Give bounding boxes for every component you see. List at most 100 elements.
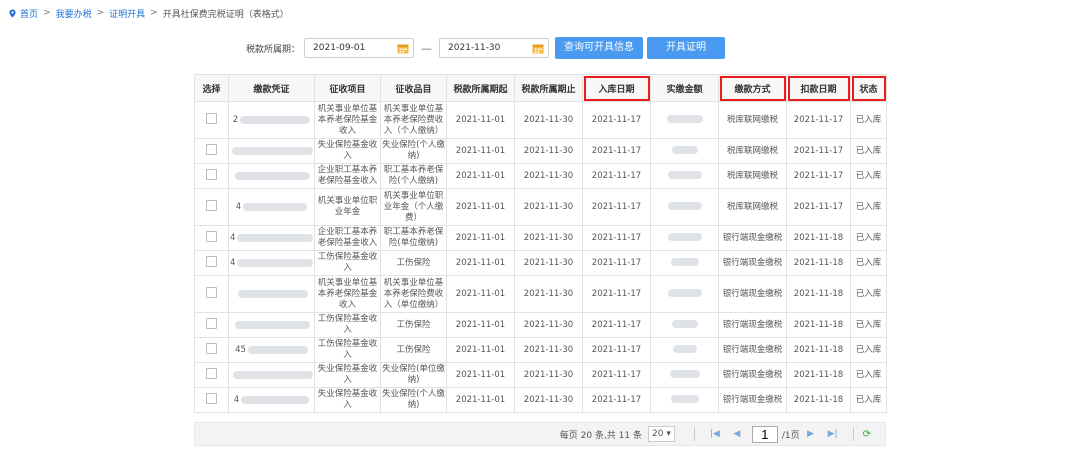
status-cell: 已入库 bbox=[850, 138, 887, 164]
project-cell: 机关事业单位职业年金 bbox=[314, 188, 381, 226]
breadcrumb-certificate[interactable]: 证明开具 bbox=[109, 7, 145, 20]
voucher-text: 4 bbox=[230, 232, 236, 243]
row-checkbox[interactable] bbox=[206, 342, 217, 354]
period-end-cell: 2021-11-30 bbox=[514, 337, 583, 363]
project-cell: 失业保险基金收入 bbox=[314, 362, 381, 388]
row-select-cell bbox=[194, 250, 229, 276]
status-cell: 已入库 bbox=[850, 362, 887, 388]
voucher-cell: 4 bbox=[228, 225, 315, 251]
redacted-voucher bbox=[243, 203, 308, 211]
voucher-cell bbox=[228, 163, 315, 189]
col-period-end: 税款所属期止 bbox=[514, 74, 583, 102]
amount-cell bbox=[650, 312, 719, 338]
page-size-select[interactable]: 20 ▾ bbox=[648, 426, 675, 442]
row-checkbox[interactable] bbox=[206, 317, 217, 329]
project-cell: 工伤保险基金收入 bbox=[314, 250, 381, 276]
voucher-cell bbox=[228, 275, 315, 313]
breadcrumb-tax-service[interactable]: 我要办税 bbox=[56, 7, 92, 20]
redacted-amount bbox=[667, 289, 702, 297]
period-end-cell: 2021-11-30 bbox=[514, 225, 583, 251]
row-checkbox[interactable] bbox=[206, 143, 217, 155]
location-pin-icon bbox=[9, 8, 16, 18]
page-number-input[interactable] bbox=[751, 425, 778, 443]
period-start-cell: 2021-11-01 bbox=[446, 387, 515, 413]
project-cell: 失业保险基金收入 bbox=[314, 387, 381, 413]
deduct-date-cell: 2021-11-18 bbox=[786, 312, 851, 338]
item-cell: 工伤保险 bbox=[380, 312, 447, 338]
warehouse-date-cell: 2021-11-17 bbox=[582, 225, 651, 251]
amount-cell bbox=[650, 387, 719, 413]
col-project: 征收项目 bbox=[314, 74, 381, 102]
payment-method-cell: 税库联网缴税 bbox=[718, 163, 787, 189]
row-checkbox[interactable] bbox=[206, 230, 217, 242]
period-end-cell: 2021-11-30 bbox=[514, 138, 583, 164]
col-warehouse-date: 入库日期 bbox=[582, 74, 651, 102]
deduct-date-cell: 2021-11-18 bbox=[786, 337, 851, 363]
amount-cell bbox=[650, 337, 719, 363]
warehouse-date-cell: 2021-11-17 bbox=[582, 163, 651, 189]
row-checkbox[interactable] bbox=[206, 392, 217, 404]
refresh-icon[interactable]: ⟳ bbox=[863, 429, 871, 440]
item-cell: 失业保险(单位缴纳) bbox=[380, 362, 447, 388]
last-page-icon[interactable]: ▶| bbox=[825, 426, 841, 442]
calendar-icon[interactable] bbox=[397, 43, 409, 54]
row-select-cell bbox=[194, 337, 229, 363]
payment-method-cell: 银行端现金缴税 bbox=[718, 362, 787, 388]
voucher-cell: 4 bbox=[228, 387, 315, 413]
calendar-icon[interactable] bbox=[532, 43, 544, 54]
warehouse-date-cell: 2021-11-17 bbox=[582, 138, 651, 164]
table-row: 4 企业职工基本养老保险基金收入 职工基本养老保险(单位缴纳) 2021-11-01 2… bbox=[194, 225, 887, 251]
redacted-voucher bbox=[241, 396, 310, 404]
table-row: 失业保险基金收入 失业保险(个人缴纳) 2021-11-01 2021-11-30 20… bbox=[194, 138, 887, 164]
breadcrumb-separator: > bbox=[150, 8, 158, 18]
row-checkbox[interactable] bbox=[206, 168, 217, 180]
voucher-text: 4 bbox=[235, 201, 242, 212]
payment-method-cell: 银行端现金缴税 bbox=[718, 387, 787, 413]
redacted-voucher bbox=[237, 234, 313, 242]
item-cell: 失业保险(个人缴纳) bbox=[380, 387, 447, 413]
voucher-text: 45 bbox=[235, 344, 246, 355]
status-cell: 已入库 bbox=[850, 275, 887, 313]
deduct-date-cell: 2021-11-18 bbox=[786, 275, 851, 313]
start-date-field[interactable]: 2021-09-01 bbox=[304, 38, 415, 58]
row-select-cell bbox=[194, 387, 229, 413]
payment-method-cell: 银行端现金缴税 bbox=[718, 250, 787, 276]
redacted-voucher bbox=[237, 290, 308, 298]
breadcrumb-home[interactable]: 首页 bbox=[20, 7, 38, 20]
item-cell: 机关事业单位基本养老保险费收入（单位缴纳） bbox=[380, 275, 447, 313]
row-checkbox[interactable] bbox=[206, 255, 217, 267]
row-checkbox[interactable] bbox=[206, 367, 217, 379]
row-checkbox[interactable] bbox=[206, 199, 217, 211]
redacted-voucher bbox=[232, 371, 313, 379]
period-end-cell: 2021-11-30 bbox=[514, 362, 583, 388]
first-page-icon[interactable]: |◀ bbox=[707, 426, 723, 442]
end-date-value: 2021-11-30 bbox=[448, 43, 501, 53]
warehouse-date-cell: 2021-11-17 bbox=[582, 387, 651, 413]
warehouse-date-cell: 2021-11-17 bbox=[582, 362, 651, 388]
query-button[interactable]: 查询可开具信息 bbox=[555, 37, 644, 59]
status-cell: 已入库 bbox=[850, 101, 887, 139]
period-end-cell: 2021-11-30 bbox=[514, 188, 583, 226]
row-checkbox[interactable] bbox=[206, 286, 217, 298]
period-end-cell: 2021-11-30 bbox=[514, 101, 583, 139]
redacted-voucher bbox=[247, 346, 308, 354]
voucher-cell bbox=[228, 362, 315, 388]
divider bbox=[693, 427, 695, 441]
row-select-cell bbox=[194, 362, 229, 388]
issue-certificate-button[interactable]: 开具证明 bbox=[647, 37, 726, 59]
row-select-cell bbox=[194, 188, 229, 226]
redacted-amount bbox=[667, 202, 702, 210]
row-select-cell bbox=[194, 163, 229, 189]
next-page-icon[interactable]: ▶ bbox=[803, 426, 819, 442]
prev-page-icon[interactable]: ◀ bbox=[729, 426, 745, 442]
redacted-amount bbox=[667, 171, 702, 179]
deduct-date-cell: 2021-11-18 bbox=[786, 250, 851, 276]
voucher-cell: 4 bbox=[228, 250, 315, 276]
end-date-field[interactable]: 2021-11-30 bbox=[439, 38, 550, 58]
row-checkbox[interactable] bbox=[206, 112, 217, 124]
period-start-cell: 2021-11-01 bbox=[446, 138, 515, 164]
project-cell: 企业职工基本养老保险基金收入 bbox=[314, 163, 381, 189]
status-cell: 已入库 bbox=[850, 312, 887, 338]
period-start-cell: 2021-11-01 bbox=[446, 163, 515, 189]
start-date-value: 2021-09-01 bbox=[313, 43, 366, 53]
